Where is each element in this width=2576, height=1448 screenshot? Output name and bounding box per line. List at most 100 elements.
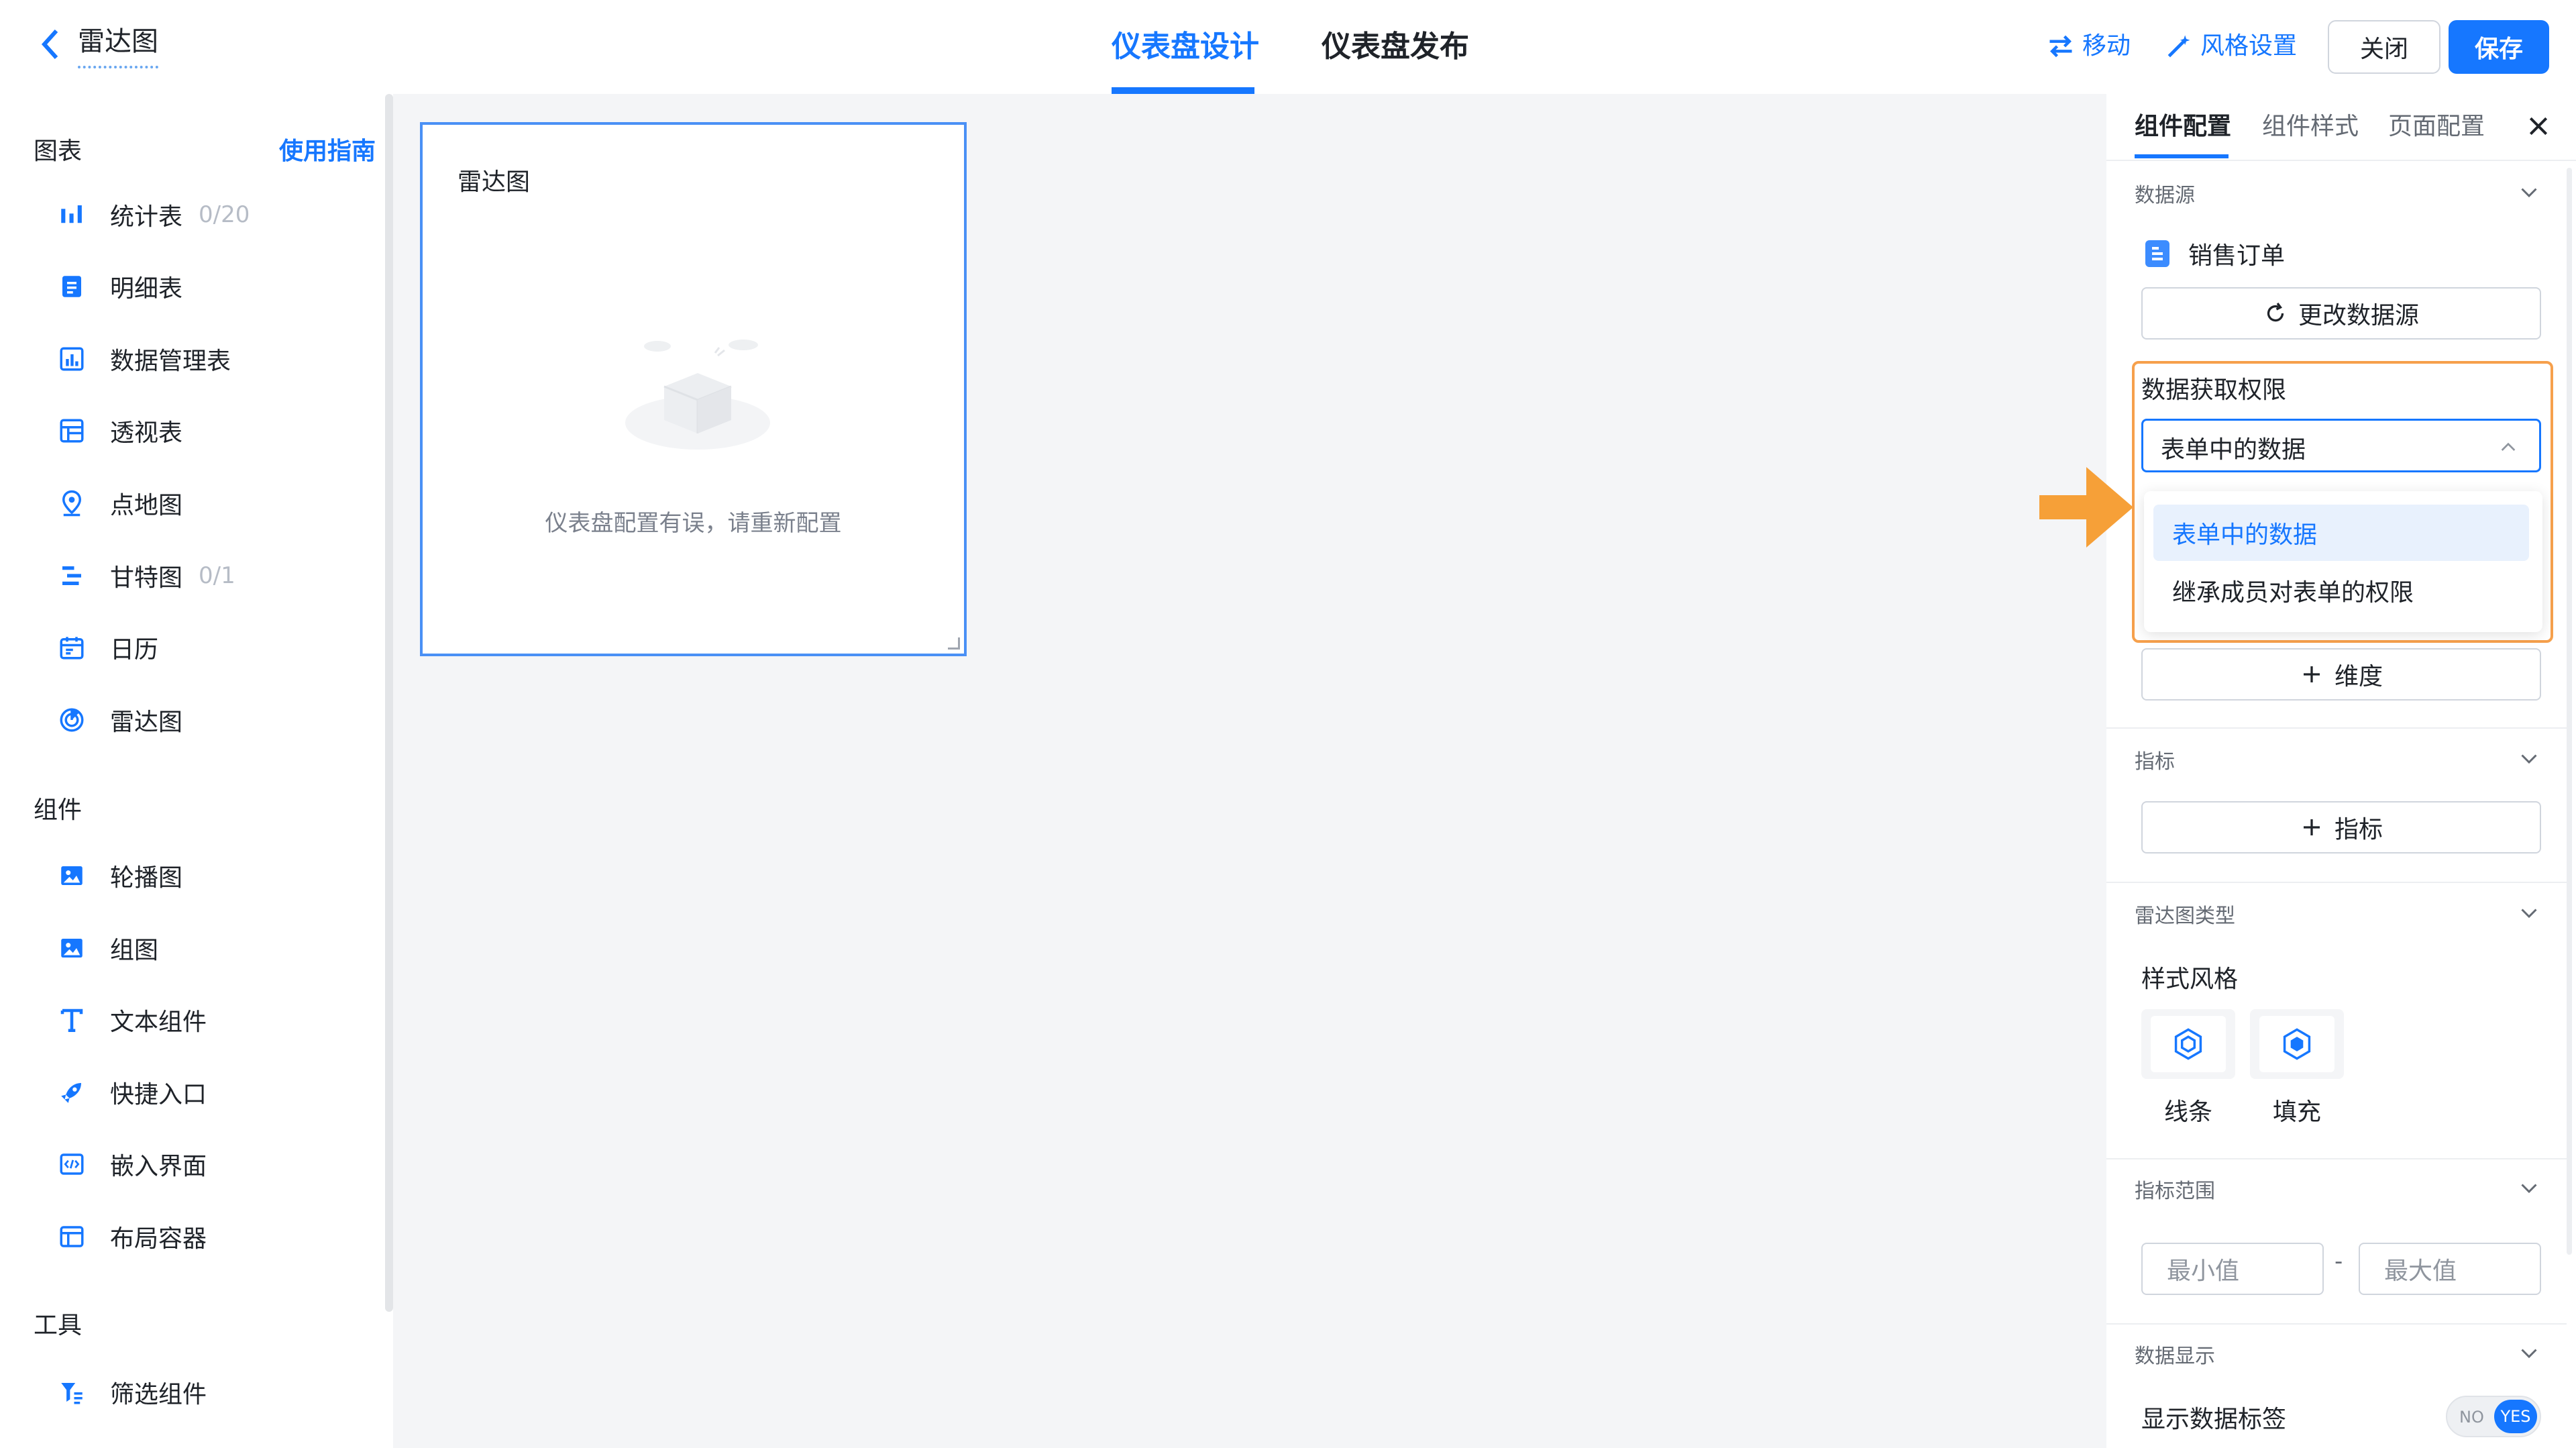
code-icon bbox=[56, 1149, 87, 1180]
calendar-icon bbox=[56, 632, 87, 663]
sidebar-item-filter-component[interactable]: 筛选组件 bbox=[56, 1372, 207, 1412]
permission-option-inherit-member[interactable]: 继承成员对表单的权限 bbox=[2153, 562, 2529, 619]
tab-page-config[interactable]: 页面配置 bbox=[2388, 110, 2485, 144]
map-pin-icon bbox=[56, 488, 87, 519]
sidebar-item-text-component[interactable]: 文本组件 bbox=[56, 1000, 207, 1040]
sidebar-item-carousel[interactable]: 轮播图 bbox=[56, 856, 182, 896]
plus-icon bbox=[2303, 819, 2320, 835]
chevron-down-icon[interactable] bbox=[2517, 180, 2541, 204]
chevron-up-icon bbox=[2501, 442, 2516, 451]
sidebar-item-label: 日历 bbox=[110, 636, 159, 664]
group-title-metric-range: 指标范围 bbox=[2135, 1180, 2215, 1203]
add-metric-button[interactable]: 指标 bbox=[2141, 801, 2541, 854]
page-title[interactable]: 雷达图 bbox=[78, 24, 158, 68]
form-doc-icon bbox=[2145, 240, 2169, 267]
sidebar-item-label: 快捷入口 bbox=[110, 1081, 207, 1108]
sidebar-item-label: 甘特图 bbox=[110, 564, 183, 592]
sidebar-item-gantt[interactable]: 甘特图 0/1 bbox=[56, 556, 235, 596]
tab-component-style[interactable]: 组件样式 bbox=[2262, 110, 2359, 144]
sidebar-item-layout-container[interactable]: 布局容器 bbox=[56, 1217, 207, 1257]
tab-dashboard-design[interactable]: 仪表盘设计 bbox=[1112, 27, 1259, 67]
group-divider bbox=[2106, 1323, 2567, 1325]
sidebar-item-point-map[interactable]: 点地图 bbox=[56, 483, 182, 523]
sidebar-item-label: 点地图 bbox=[110, 492, 183, 519]
show-data-labels-toggle[interactable]: NO YES bbox=[2446, 1396, 2541, 1437]
move-label: 移动 bbox=[2082, 32, 2131, 60]
refresh-icon bbox=[2267, 303, 2284, 322]
sidebar-item-pivot-table[interactable]: 透视表 bbox=[56, 411, 182, 451]
group-divider bbox=[2106, 727, 2567, 729]
back-button[interactable] bbox=[38, 25, 64, 63]
section-title-tools: 工具 bbox=[34, 1312, 83, 1339]
option-thumb bbox=[2259, 1016, 2334, 1072]
chevron-left-icon bbox=[41, 29, 58, 60]
add-dimension-label: 维度 bbox=[2334, 663, 2383, 690]
plus-icon bbox=[2303, 666, 2320, 682]
group-divider bbox=[2106, 1158, 2567, 1159]
sidebar-item-label: 雷达图 bbox=[110, 709, 183, 736]
close-button[interactable]: 关闭 bbox=[2328, 20, 2440, 74]
panel-scrollbar[interactable] bbox=[2567, 168, 2572, 1255]
save-button[interactable]: 保存 bbox=[2449, 20, 2549, 74]
sidebar-item-label: 筛选组件 bbox=[110, 1381, 207, 1408]
section-title-charts: 图表 bbox=[34, 138, 83, 165]
range-max-input[interactable]: 最大值 bbox=[2359, 1243, 2541, 1295]
pivot-table-icon bbox=[56, 415, 87, 446]
image-icon bbox=[56, 860, 87, 891]
tab-dashboard-publish[interactable]: 仪表盘发布 bbox=[1322, 27, 1469, 67]
group-title-radar-type: 雷达图类型 bbox=[2135, 904, 2235, 928]
range-separator: - bbox=[2334, 1248, 2343, 1275]
top-header: 雷达图 仪表盘设计 仪表盘发布 移动 风格设置 关闭 保存 bbox=[0, 0, 2576, 94]
chevron-down-icon[interactable] bbox=[2517, 1176, 2541, 1200]
permission-option-form-data[interactable]: 表单中的数据 bbox=[2153, 505, 2529, 561]
range-min-input[interactable]: 最小值 bbox=[2141, 1243, 2324, 1295]
sidebar-item-label: 文本组件 bbox=[110, 1009, 207, 1036]
data-source-name: 销售订单 bbox=[2141, 236, 2285, 271]
radar-chart-card[interactable]: 雷达图 仪表盘配置有误，请重新配置 bbox=[420, 122, 967, 656]
add-dimension-button[interactable]: 维度 bbox=[2141, 648, 2541, 701]
radar-style-fill-option[interactable] bbox=[2250, 1009, 2344, 1079]
chevron-down-icon[interactable] bbox=[2517, 1341, 2541, 1365]
sidebar-item-image-group[interactable]: 组图 bbox=[56, 928, 158, 968]
hexagon-outline-icon bbox=[2174, 1028, 2202, 1060]
layout-icon bbox=[56, 1221, 87, 1252]
sidebar-item-label: 轮播图 bbox=[110, 864, 183, 892]
usage-count: 0/20 bbox=[199, 201, 250, 228]
move-button[interactable]: 移动 bbox=[2046, 30, 2131, 63]
panel-tab-divider bbox=[2106, 160, 2576, 161]
group-title-data-display: 数据显示 bbox=[2135, 1345, 2215, 1368]
sidebar-item-embed-page[interactable]: 嵌入界面 bbox=[56, 1144, 207, 1184]
sidebar-scrollbar[interactable] bbox=[385, 94, 393, 1312]
sidebar-item-quick-entry[interactable]: 快捷入口 bbox=[56, 1072, 207, 1113]
sidebar-item-statistics-table[interactable]: 统计表 0/20 bbox=[56, 195, 250, 235]
bar-chart-icon bbox=[56, 199, 87, 230]
usage-guide-link[interactable]: 使用指南 bbox=[279, 132, 376, 166]
radar-icon bbox=[56, 705, 87, 735]
permission-select[interactable]: 表单中的数据 bbox=[2141, 419, 2541, 472]
sidebar-item-label: 嵌入界面 bbox=[110, 1153, 207, 1180]
rocket-icon bbox=[56, 1077, 87, 1108]
usage-count: 0/1 bbox=[199, 562, 235, 589]
empty-box-illustration bbox=[625, 340, 770, 450]
style-settings-button[interactable]: 风格设置 bbox=[2164, 30, 2297, 63]
config-error-message: 仪表盘配置有误，请重新配置 bbox=[545, 510, 842, 537]
resize-handle[interactable] bbox=[948, 637, 960, 650]
radar-style-line-option[interactable] bbox=[2141, 1009, 2235, 1079]
tab-component-config[interactable]: 组件配置 bbox=[2135, 110, 2231, 144]
swap-arrows-icon bbox=[2049, 35, 2072, 58]
active-tab-indicator bbox=[1112, 87, 1254, 94]
sidebar-item-detail-table[interactable]: 明细表 bbox=[56, 266, 182, 307]
data-source-label: 销售订单 bbox=[2188, 242, 2286, 270]
radar-style-fill-label: 填充 bbox=[2272, 1098, 2321, 1126]
sidebar-item-radar[interactable]: 雷达图 bbox=[56, 700, 182, 740]
change-data-source-button[interactable]: 更改数据源 bbox=[2141, 287, 2541, 340]
chevron-down-icon[interactable] bbox=[2517, 900, 2541, 925]
close-icon[interactable] bbox=[2525, 113, 2552, 140]
chevron-down-icon[interactable] bbox=[2517, 746, 2541, 770]
style-settings-label: 风格设置 bbox=[2200, 32, 2298, 60]
sidebar-item-calendar[interactable]: 日历 bbox=[56, 627, 158, 668]
toggle-off-text: NO bbox=[2459, 1408, 2484, 1427]
sidebar-item-data-management-table[interactable]: 数据管理表 bbox=[56, 339, 231, 379]
group-title-metric: 指标 bbox=[2135, 750, 2175, 774]
filter-icon bbox=[56, 1377, 87, 1408]
